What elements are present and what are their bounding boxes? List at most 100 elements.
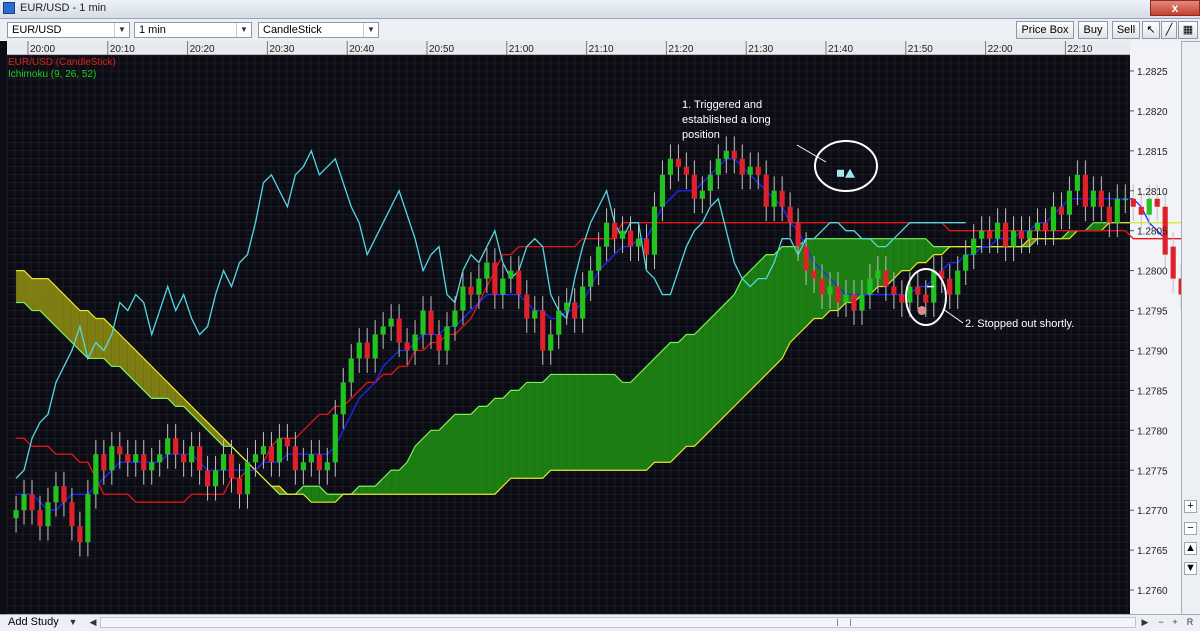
symbol-select[interactable]: EUR/USD ▼ xyxy=(7,22,130,38)
candle-body xyxy=(779,190,785,207)
kumo-cloud-segment xyxy=(574,374,583,471)
scroll-left-icon[interactable]: ◀ xyxy=(86,616,100,629)
candle-body xyxy=(157,454,163,463)
add-study-button[interactable]: Add Study xyxy=(8,616,59,628)
price-tick-label: 1.2825 xyxy=(1137,67,1168,78)
kumo-cloud-segment xyxy=(654,350,663,463)
price-chart[interactable]: 20:00 20:10 20:20 20:30 20:40 20:50 21:00 21:10… xyxy=(0,41,1200,615)
kumo-cloud-segment xyxy=(694,326,703,447)
sell-button[interactable]: Sell xyxy=(1112,21,1140,39)
zoom-out-icon[interactable]: − xyxy=(1184,522,1197,535)
chevron-down-icon[interactable]: ▼ xyxy=(114,23,129,37)
zoom-in-icon[interactable]: + xyxy=(1168,616,1182,629)
time-tick-label: 22:00 xyxy=(988,44,1013,55)
scroll-thumb[interactable] xyxy=(837,619,851,626)
candle-body xyxy=(125,454,131,463)
chevron-down-icon[interactable]: ▼ xyxy=(236,23,251,37)
kumo-cloud-segment xyxy=(542,374,551,479)
price-tick-label: 1.2765 xyxy=(1137,546,1168,557)
price-box-button[interactable]: Price Box xyxy=(1016,21,1074,39)
candle-body xyxy=(1066,190,1073,215)
symbol-select-value: EUR/USD xyxy=(12,24,62,36)
time-tick-label: 20:10 xyxy=(110,44,135,55)
kumo-cloud-segment xyxy=(582,374,591,471)
draw-line-button[interactable]: ╱ xyxy=(1161,21,1177,39)
zoom-in-icon[interactable]: + xyxy=(1184,500,1197,513)
interval-select[interactable]: 1 min ▼ xyxy=(134,22,252,38)
candle-body xyxy=(1018,230,1025,239)
candle-body xyxy=(907,286,913,303)
candle-body xyxy=(819,278,825,295)
candle-body xyxy=(1042,222,1049,231)
time-tick-label: 21:20 xyxy=(668,44,693,55)
candle-body xyxy=(1090,190,1096,207)
candle-body xyxy=(189,446,195,463)
candle-body xyxy=(244,462,251,495)
cursor-tool-button[interactable]: ↖ xyxy=(1142,21,1160,39)
chevron-down-icon[interactable]: ▼ xyxy=(66,616,80,629)
kumo-cloud-segment xyxy=(526,382,535,479)
candle-body xyxy=(428,310,434,335)
kumo-cloud-segment xyxy=(558,374,567,471)
price-tick-label: 1.2775 xyxy=(1137,466,1168,477)
candle-body xyxy=(476,278,482,295)
time-axis xyxy=(7,41,1130,55)
candle-body xyxy=(691,174,697,199)
settings-button[interactable]: ▦ xyxy=(1178,21,1198,39)
scroll-right-icon[interactable]: ▶ xyxy=(1138,616,1152,629)
price-tick-label: 1.2770 xyxy=(1137,506,1168,517)
candle-body xyxy=(197,446,203,471)
kumo-cloud-segment xyxy=(502,390,511,487)
candle-body xyxy=(723,150,729,159)
scale-down-icon[interactable]: ▼ xyxy=(1184,562,1197,575)
candle-body xyxy=(627,230,634,247)
kumo-cloud-segment xyxy=(606,374,615,471)
time-tick-label: 21:30 xyxy=(748,44,773,55)
price-axis xyxy=(1130,41,1181,614)
candle-body xyxy=(619,230,626,239)
candle-body xyxy=(404,342,410,351)
kumo-cloud-segment xyxy=(439,422,447,495)
candle-body xyxy=(923,294,929,303)
kumo-cloud-segment xyxy=(917,238,926,263)
candle-body xyxy=(763,174,769,207)
chevron-down-icon[interactable]: ▼ xyxy=(363,23,378,37)
vertical-scrollbar[interactable]: + − ▲ ▼ xyxy=(1181,42,1200,614)
candle-body xyxy=(468,286,474,295)
buy-button[interactable]: Buy xyxy=(1078,21,1108,39)
kumo-cloud-segment xyxy=(327,494,336,503)
kumo-cloud-segment xyxy=(1093,222,1102,231)
candle-body xyxy=(364,342,370,359)
kumo-cloud-segment xyxy=(614,374,623,471)
candle-body xyxy=(867,278,873,295)
kumo-cloud-segment xyxy=(423,430,432,495)
candle-body xyxy=(891,286,897,295)
candle-body xyxy=(1146,198,1152,215)
chart-type-select[interactable]: CandleStick ▼ xyxy=(258,22,379,38)
app-icon xyxy=(3,2,15,14)
candle-body xyxy=(859,294,865,311)
kumo-cloud-segment xyxy=(646,358,655,471)
kumo-cloud-segment xyxy=(678,334,687,455)
candle-body xyxy=(101,454,107,471)
candle-body xyxy=(308,454,314,463)
reset-button[interactable]: R xyxy=(1183,616,1197,629)
time-tick-label: 21:40 xyxy=(828,44,853,55)
horizontal-scrollbar[interactable] xyxy=(100,617,1136,628)
candle-body xyxy=(1026,230,1033,239)
candle-body xyxy=(827,286,833,295)
kumo-cloud-segment xyxy=(630,374,639,471)
zoom-out-icon[interactable]: − xyxy=(1154,616,1168,629)
close-button[interactable]: x xyxy=(1150,0,1200,16)
price-tick-label: 1.2820 xyxy=(1137,107,1168,118)
candle-body xyxy=(284,438,290,447)
time-tick-label: 21:00 xyxy=(509,44,534,55)
candle-body xyxy=(875,270,881,279)
candle-body xyxy=(500,278,506,295)
candle-body xyxy=(635,238,642,247)
candle-body xyxy=(603,222,610,247)
candle-body xyxy=(380,326,386,335)
entry-stop-marker xyxy=(837,169,844,177)
candle-body xyxy=(1114,198,1120,223)
scale-up-icon[interactable]: ▲ xyxy=(1184,542,1197,555)
